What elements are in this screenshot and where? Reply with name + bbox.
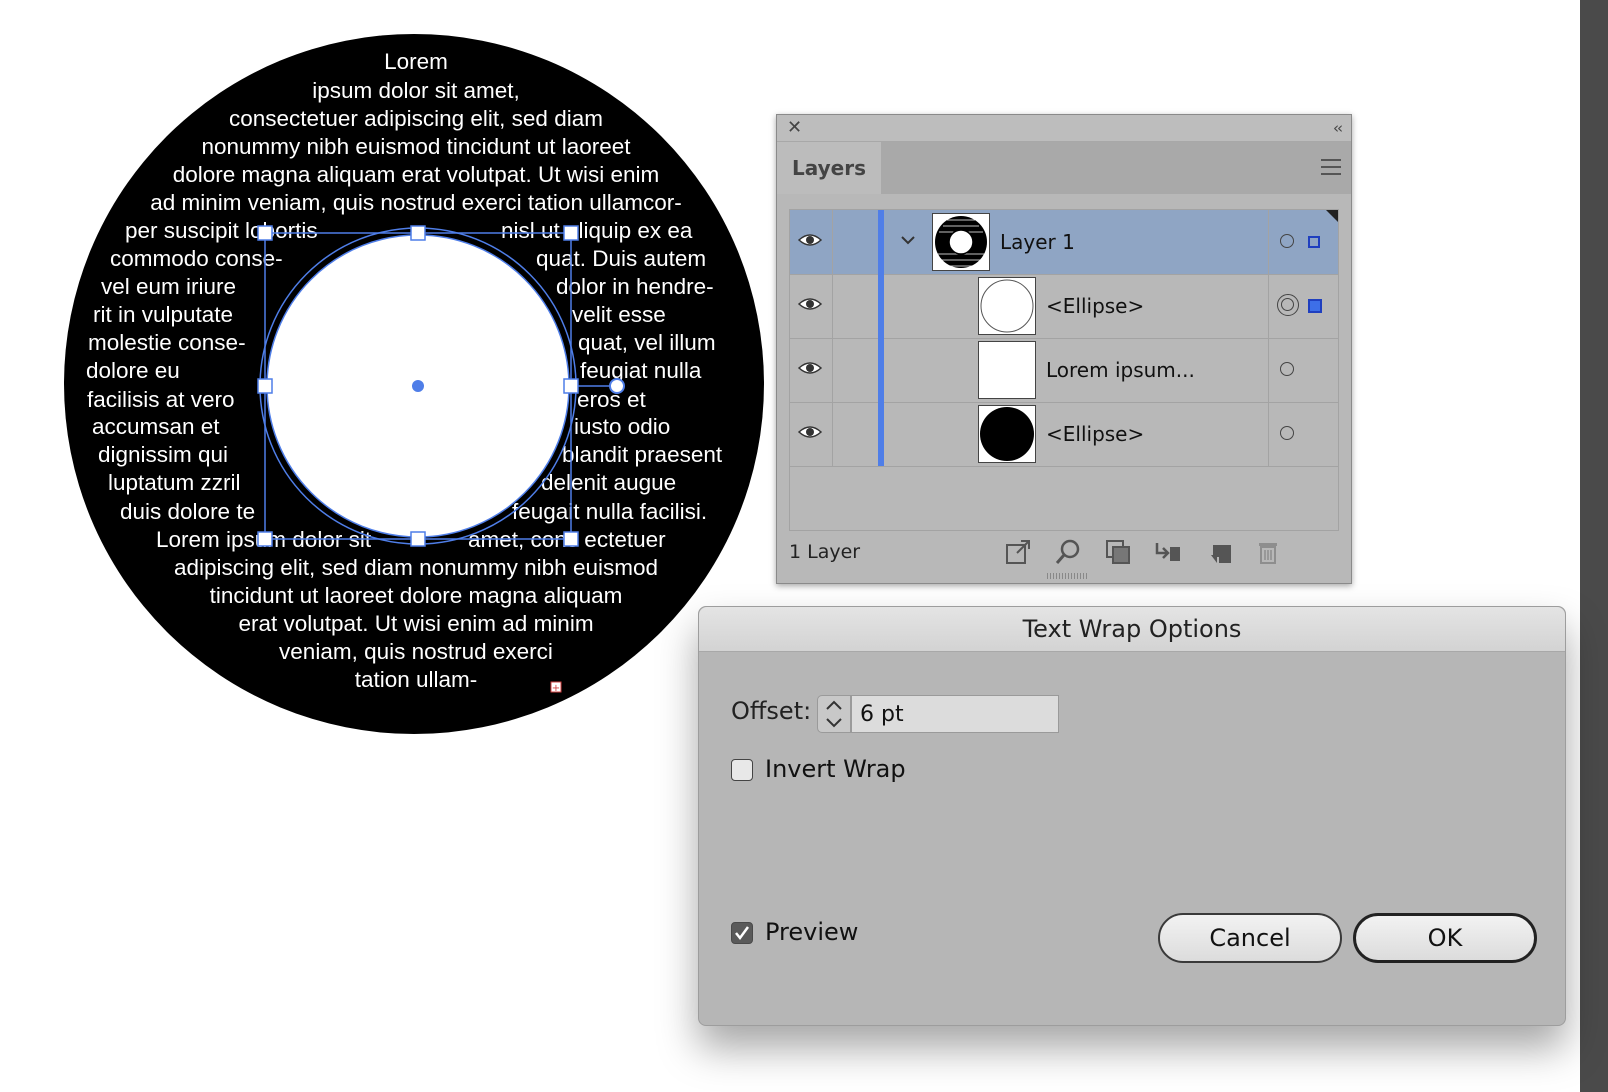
visibility-eye-icon[interactable] <box>798 232 822 248</box>
offset-field[interactable] <box>851 695 1059 733</box>
tab-layers[interactable]: Layers <box>777 142 881 194</box>
layers-panel: ✕ ‹‹ Layers Layer 1 <Ellipse> Lorem ipsu… <box>776 114 1352 584</box>
layer-row-layer-1[interactable]: Layer 1 <box>790 210 1338 275</box>
resize-handle-bottom-left[interactable] <box>257 531 273 547</box>
resize-handle-top-right[interactable] <box>563 225 579 241</box>
layer-row-ellipse-black[interactable]: <Ellipse> <box>790 402 1338 467</box>
layer-name[interactable]: <Ellipse> <box>1046 274 1144 338</box>
resize-handle-bottom[interactable] <box>410 531 426 547</box>
collapse-icon[interactable]: ‹‹ <box>1333 117 1343 139</box>
visibility-eye-icon[interactable] <box>798 424 822 440</box>
center-point[interactable] <box>412 380 424 392</box>
layer-color-bar <box>878 338 884 402</box>
cancel-button[interactable]: Cancel <box>1158 913 1342 963</box>
offset-stepper[interactable] <box>817 695 851 733</box>
target-icon[interactable] <box>1280 234 1294 248</box>
dialog-title: Text Wrap Options <box>1022 615 1242 643</box>
resize-handle-left[interactable] <box>257 378 273 394</box>
stepper-arrows-icon[interactable] <box>818 696 850 732</box>
invert-wrap-checkbox[interactable] <box>731 759 753 781</box>
layer-color-bar <box>878 210 884 274</box>
layer-thumbnail <box>978 405 1036 463</box>
layer-thumbnail <box>932 213 990 271</box>
visibility-eye-icon[interactable] <box>798 360 822 376</box>
clipping-mask-icon[interactable] <box>1103 537 1133 567</box>
new-layer-icon[interactable] <box>1205 537 1235 567</box>
resize-handle-top[interactable] <box>410 225 426 241</box>
pie-widget-handle[interactable] <box>609 378 625 394</box>
visibility-eye-icon[interactable] <box>798 296 822 312</box>
selection-indicator-icon[interactable] <box>1308 299 1322 313</box>
hamburger-icon[interactable] <box>1321 159 1341 175</box>
target-selected-icon[interactable] <box>1277 294 1299 316</box>
layer-thumbnail <box>978 277 1036 335</box>
target-icon[interactable] <box>1280 362 1294 376</box>
layer-row-ellipse-white[interactable]: <Ellipse> <box>790 274 1338 339</box>
panel-titlebar[interactable]: ✕ ‹‹ <box>777 115 1351 142</box>
layers-list: Layer 1 <Ellipse> Lorem ipsum... <Ellips… <box>789 209 1339 531</box>
dialog-titlebar[interactable]: Text Wrap Options <box>699 607 1565 652</box>
preview-checkbox[interactable] <box>731 922 753 944</box>
selection-indicator-icon[interactable] <box>1308 236 1320 248</box>
layer-thumbnail <box>978 341 1036 399</box>
delete-icon[interactable] <box>1253 537 1283 567</box>
text-wrap-options-dialog: Text Wrap Options Offset: Invert Wrap Pr… <box>698 606 1566 1026</box>
svg-text:+: + <box>552 683 560 694</box>
preview-label[interactable]: Preview <box>765 918 858 946</box>
layer-name[interactable]: <Ellipse> <box>1046 402 1144 466</box>
resize-handle-bottom-right[interactable] <box>563 531 579 547</box>
resize-handle-top-left[interactable] <box>257 225 273 241</box>
layer-count: 1 Layer <box>789 541 861 563</box>
window-edge <box>1580 0 1608 1092</box>
current-layer-indicator-icon <box>1326 210 1338 222</box>
target-icon[interactable] <box>1280 426 1294 440</box>
ok-button[interactable]: OK <box>1353 913 1537 963</box>
close-icon[interactable]: ✕ <box>787 117 802 139</box>
export-icon[interactable] <box>1003 537 1033 567</box>
new-sublayer-icon[interactable] <box>1153 537 1183 567</box>
locate-object-icon[interactable] <box>1053 537 1083 567</box>
layer-color-bar <box>878 402 884 466</box>
resize-grip[interactable] <box>1047 573 1087 579</box>
layer-row-text[interactable]: Lorem ipsum... <box>790 338 1338 403</box>
chevron-down-icon[interactable] <box>898 230 918 250</box>
layer-color-bar <box>878 274 884 338</box>
panel-tabbar: Layers <box>777 142 1351 194</box>
layer-name[interactable]: Lorem ipsum... <box>1046 338 1195 402</box>
panel-footer: 1 Layer <box>777 533 1351 573</box>
resize-handle-right[interactable] <box>563 378 579 394</box>
invert-wrap-label[interactable]: Invert Wrap <box>765 755 906 783</box>
layer-name[interactable]: Layer 1 <box>1000 210 1075 274</box>
offset-label: Offset: <box>731 697 812 725</box>
checkmark-icon <box>735 926 750 941</box>
